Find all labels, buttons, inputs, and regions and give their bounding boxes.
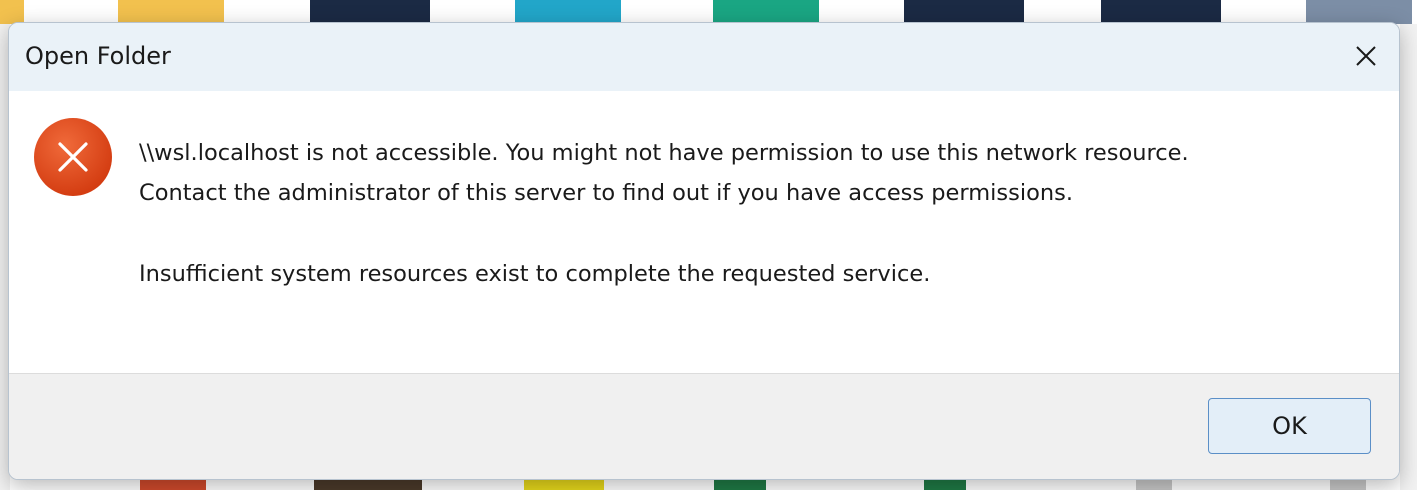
error-detail: Insufficient system resources exist to c… [139, 261, 931, 287]
dialog-footer: OK [9, 373, 1399, 479]
dialog-content: \\wsl.localhost is not accessible. You m… [9, 91, 1399, 373]
error-message: \\wsl.localhost is not accessible. You m… [139, 133, 1189, 294]
background-tile [1306, 0, 1412, 24]
open-folder-dialog: Open Folder \\wsl.localhost is not acces… [8, 22, 1400, 480]
close-button[interactable] [1343, 33, 1389, 79]
message-line: \\wsl.localhost is not accessible. You m… [139, 140, 1189, 166]
dialog-titlebar: Open Folder [9, 23, 1399, 91]
message-spacer [139, 213, 1189, 254]
background-strip [1400, 24, 1417, 490]
dialog-title: Open Folder [25, 42, 171, 70]
close-icon [1356, 46, 1376, 66]
background-tile [310, 0, 430, 24]
background-tile [515, 0, 621, 24]
background-tile [713, 0, 819, 24]
message-line: Contact the administrator of this server… [139, 180, 1074, 206]
background-tile [0, 0, 24, 24]
background-tile [1101, 0, 1221, 24]
background-tile [904, 0, 1024, 24]
background-tile [118, 0, 224, 24]
ok-button[interactable]: OK [1208, 398, 1371, 454]
desktop-background: Open Folder \\wsl.localhost is not acces… [0, 0, 1417, 490]
error-icon [34, 118, 112, 196]
